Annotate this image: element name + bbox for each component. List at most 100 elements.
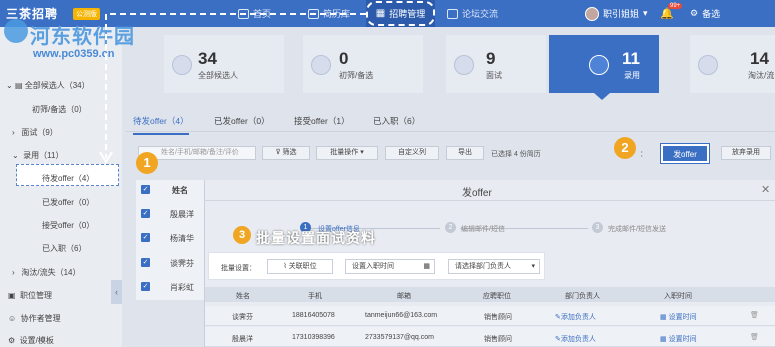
stat-hired[interactable]: 11 录用 (549, 35, 659, 93)
check-icon (589, 55, 609, 75)
set-time-link[interactable]: ▦ 设置时间 (660, 312, 697, 322)
batch-ops-label: 批量操作 (330, 149, 359, 156)
candidate-name[interactable]: 谈霁芬 (170, 258, 194, 269)
row-name: 殷晨洋 (232, 336, 253, 343)
sidebar-collapse-button[interactable]: ‹ (111, 280, 122, 304)
sidebar-item-accepted-offer[interactable]: 接受offer（0） (42, 220, 94, 231)
export-button[interactable]: 导出 (446, 146, 484, 160)
candidate-checkbox[interactable]: ✓ (141, 233, 150, 242)
stat-screening-label: 初筛/备选 (339, 71, 374, 80)
sidebar-item-positions-label: 职位管理 (20, 291, 53, 300)
tab-pending-offer[interactable]: 待发offer（4） (133, 115, 189, 135)
stat-all[interactable]: 34 全部候选人 (164, 35, 284, 93)
tab-sent-offer[interactable]: 已发offer（0） (214, 115, 270, 127)
candidate-list-header: 姓名 (172, 186, 188, 195)
step-3-indicator: 3 (592, 222, 603, 233)
stat-interview[interactable]: 9 面试 (446, 35, 546, 93)
batch-settings-label: 批量设置： (221, 265, 256, 272)
add-dept-head-link[interactable]: ✎添加负责人 (555, 334, 596, 344)
batch-ops-button[interactable]: 批量操作 ▾ (316, 146, 378, 160)
chat-icon (454, 55, 474, 75)
chevron-down-icon: ⌄ (6, 81, 13, 90)
stat-all-num: 34 (198, 49, 217, 68)
trash-icon[interactable]: 🗑 (750, 333, 759, 341)
chevron-down-icon: ▾ (531, 263, 535, 270)
filter-icon (311, 55, 331, 75)
dept-head-select[interactable]: 请选择部门负责人 ▾ (448, 259, 540, 274)
callout-3: 3 (233, 226, 251, 244)
chevron-down-icon: ▾ (643, 8, 648, 18)
set-time-link[interactable]: ▦ 设置时间 (660, 334, 697, 344)
selected-info: 已选择 4 份简历 (491, 151, 541, 158)
sidebar-item-settings[interactable]: ⚙ 设置/模板 (8, 335, 54, 346)
sidebar-item-onboarded[interactable]: 已入职（6） (42, 243, 86, 254)
link-position-button[interactable]: ⌇ 关联职位 (267, 259, 333, 274)
row-phone: 17310398396 (292, 334, 335, 341)
tab-accepted-offer[interactable]: 接受offer（1） (294, 115, 350, 127)
row-position: 销售顾问 (484, 336, 512, 343)
entry-time-input[interactable]: 设置入职时间 ▦ (345, 259, 435, 274)
trash-icon[interactable]: 🗑 (750, 311, 759, 319)
filter-button[interactable]: ⊽ 筛选 (262, 146, 310, 160)
filter-icon: ⊽ (275, 149, 281, 156)
sidebar-item-pending-offer-label: 待发offer（4） (42, 174, 95, 183)
chevron-down-icon: ⌄ (12, 151, 19, 160)
person-x-icon (698, 55, 718, 75)
calendar-icon: ▦ (660, 336, 667, 343)
candidate-checkbox[interactable]: ✓ (141, 282, 150, 291)
stat-interview-label: 面试 (486, 71, 502, 80)
modal-title: 发offer (462, 188, 492, 199)
settings-label: 备选 (702, 9, 721, 19)
row-email: tanmeijun66@163.com (365, 312, 438, 319)
col-email: 邮箱 (397, 293, 411, 300)
sidebar-item-collaborators[interactable]: ☺ 协作者管理 (8, 313, 61, 324)
row-phone: 18816405078 (292, 312, 335, 319)
chevron-right-icon: › (12, 268, 15, 277)
entry-time-placeholder: 设置入职时间 (352, 263, 394, 270)
sidebar-item-collaborators-label: 协作者管理 (20, 314, 61, 323)
col-name: 姓名 (236, 293, 250, 300)
users-icon: ☺ (8, 314, 17, 323)
row-name: 谈霁芬 (232, 314, 253, 321)
add-dept-head-label: 添加负责人 (560, 336, 596, 343)
forum-icon (447, 8, 458, 19)
select-all-checkbox[interactable]: ✓ (141, 185, 150, 194)
callout-1: 1 (136, 152, 158, 174)
add-dept-head-link[interactable]: ✎添加负责人 (555, 312, 596, 322)
user-name: 职引姐姐 (603, 9, 640, 19)
notification-badge: 99+ (668, 3, 683, 9)
gear-icon: ⚙ (690, 8, 699, 18)
candidate-name[interactable]: 肖彩虹 (170, 282, 194, 293)
batch-label-fragment: ： (640, 151, 647, 158)
give-up-hire-button[interactable]: 放弃录用 (721, 146, 771, 160)
candidate-name[interactable]: 杨清华 (170, 233, 194, 244)
col-dept-head: 部门负责人 (565, 293, 600, 300)
calendar-icon: ▦ (423, 263, 430, 270)
close-icon[interactable]: ✕ (761, 183, 770, 196)
nav-forum[interactable]: 论坛交流 (447, 0, 498, 27)
link-position-label: 关联职位 (288, 263, 317, 270)
stat-eliminated[interactable]: 14 淘汰/流 (690, 35, 775, 93)
candidate-checkbox[interactable]: ✓ (141, 209, 150, 218)
sidebar-item-eliminated-label: 淘汰/流失（14） (21, 268, 81, 277)
col-position: 应聘职位 (483, 293, 511, 300)
chevron-down-icon: ▾ (360, 149, 364, 156)
avatar (585, 6, 599, 21)
add-dept-head-label: 添加负责人 (560, 314, 596, 321)
row-position: 销售顾问 (484, 314, 512, 321)
send-offer-button[interactable]: 发offer (661, 144, 709, 163)
sidebar-item-sent-offer[interactable]: 已发offer（0） (42, 197, 94, 208)
callout-title: 批量设置面试资料 (256, 230, 376, 246)
tab-onboarded[interactable]: 已入职（6） (373, 115, 420, 127)
stat-hired-label: 录用 (624, 71, 640, 80)
sidebar-item-eliminated[interactable]: › 淘汰/流失（14） (12, 267, 80, 278)
stat-screening[interactable]: 0 初筛/备选 (303, 35, 423, 93)
filter-label: 筛选 (282, 149, 297, 156)
candidate-name[interactable]: 殷晨洋 (170, 209, 194, 220)
user-menu[interactable]: 职引姐姐 ▾ (585, 0, 648, 27)
chevron-right-icon: › (12, 128, 15, 137)
settings-link[interactable]: ⚙ 备选 (690, 0, 720, 27)
candidate-checkbox[interactable]: ✓ (141, 258, 150, 267)
sidebar-item-positions[interactable]: ▣ 职位管理 (8, 290, 52, 301)
custom-columns-button[interactable]: 自定义列 (385, 146, 439, 160)
